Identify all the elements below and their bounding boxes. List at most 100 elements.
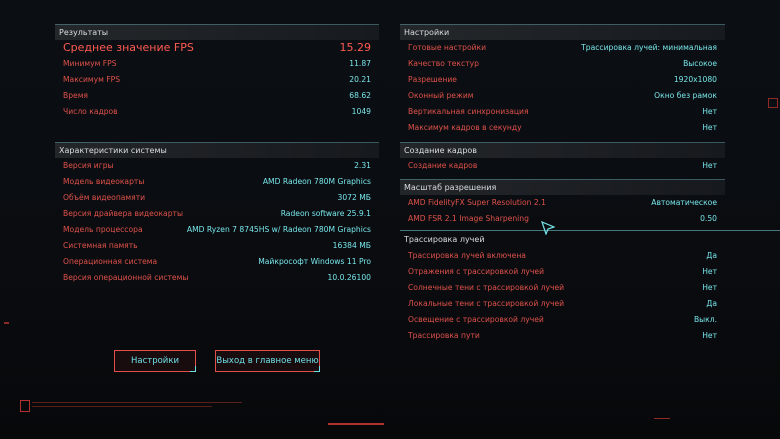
driver-version-label: Версия драйвера видеокарты [63, 209, 183, 218]
raytracing-row: Трассировка пути Нет [400, 328, 725, 344]
settings-header: Настройки [400, 24, 725, 40]
cpu-model-label: Модель процессора [63, 225, 143, 234]
rt-enabled-value: Да [706, 251, 717, 260]
system-row: Модель процессора AMD Ryzen 7 8745HS w/ … [55, 222, 379, 238]
cpu-model-value: AMD Ryzen 7 8745HS w/ Radeon 780M Graphi… [186, 225, 371, 234]
window-mode-label: Оконный режим [408, 91, 474, 100]
rt-lighting-label: Освещение с трассировкой лучей [408, 315, 544, 324]
min-fps-value: 11.87 [349, 59, 371, 68]
driver-version-value: Radeon software 25.9.1 [280, 209, 371, 218]
os-version-label: Версия операционной системы [63, 273, 189, 282]
settings-panel: Настройки Готовые настройки Трассировка … [400, 24, 725, 139]
fsr-sharpening-label: AMD FSR 2.1 Image Sharpening [408, 214, 529, 223]
raytracing-row: Локальные тени с трассировкой лучей Да [400, 296, 725, 312]
vram-value: 3072 МБ [337, 193, 371, 202]
min-fps-label: Минимум FPS [63, 59, 117, 68]
framegen-panel: Создание кадров Создание кадров Нет [400, 142, 725, 174]
frame-count-label: Число кадров [63, 107, 118, 116]
time-value: 68.62 [349, 91, 371, 100]
time-label: Время [63, 91, 88, 100]
main-menu-button[interactable]: Выход в главное меню [215, 350, 320, 372]
rt-sun-shadows-value: Нет [702, 283, 717, 292]
system-row: Объём видеопамяти 3072 МБ [55, 190, 379, 206]
preset-value: Трассировка лучей: минимальная [581, 43, 717, 52]
system-row: Операционная система Майкрософт Windows … [55, 254, 379, 270]
rt-local-shadows-label: Локальные тени с трассировкой лучей [408, 299, 565, 308]
left-edge-marker [4, 322, 9, 324]
settings-row: Оконный режим Окно без рамок [400, 88, 725, 104]
framegen-row: Создание кадров Нет [400, 158, 725, 174]
scaling-row: AMD FSR 2.1 Image Sharpening 0.50 [400, 211, 725, 227]
bottom-left-badge [20, 400, 30, 412]
bottom-center-mark [328, 423, 384, 425]
raytracing-row: Трассировка лучей включена Да [400, 248, 725, 264]
rt-local-shadows-value: Да [706, 299, 717, 308]
vsync-value: Нет [702, 107, 717, 116]
resolution-value: 1920x1080 [673, 75, 717, 84]
frame-count-value: 1049 [351, 107, 371, 116]
os-label: Операционная система [63, 257, 158, 266]
rt-lighting-value: Выкл. [693, 315, 717, 324]
max-fps-limit-label: Максимум кадров в секунду [408, 123, 522, 132]
raytracing-row: Отражения с трассировкой лучей Нет [400, 264, 725, 280]
path-tracing-value: Нет [702, 331, 717, 340]
max-fps-value: 20.21 [349, 75, 371, 84]
settings-row: Вертикальная синхронизация Нет [400, 104, 725, 120]
rt-reflections-value: Нет [702, 267, 717, 276]
texture-quality-label: Качество текстур [408, 59, 479, 68]
system-row: Версия операционной системы 10.0.26100 [55, 270, 379, 286]
settings-row: Готовые настройки Трассировка лучей: мин… [400, 40, 725, 56]
preset-label: Готовые настройки [408, 43, 487, 52]
ram-value: 16384 МБ [332, 241, 371, 250]
raytracing-header: Трассировка лучей [404, 235, 485, 244]
max-fps-label: Максимум FPS [63, 75, 121, 84]
resolution-label: Разрешение [408, 75, 457, 84]
scaling-header: Масштаб разрешения [400, 179, 725, 195]
rt-reflections-label: Отражения с трассировкой лучей [408, 267, 545, 276]
framegen-header: Создание кадров [400, 142, 725, 158]
vram-label: Объём видеопамяти [63, 193, 146, 202]
settings-row: Качество текстур Высокое [400, 56, 725, 72]
max-fps-row: Максимум FPS 20.21 [55, 72, 379, 88]
avg-fps-row: Среднее значение FPS 15.29 [55, 40, 379, 56]
frame-count-row: Число кадров 1049 [55, 104, 379, 120]
os-version-value: 10.0.26100 [327, 273, 371, 282]
avg-fps-label: Среднее значение FPS [63, 41, 194, 54]
rt-enabled-label: Трассировка лучей включена [408, 251, 526, 260]
ram-label: Системная память [63, 241, 138, 250]
raytracing-row: Освещение с трассировкой лучей Выкл. [400, 312, 725, 328]
os-value: Майкрософт Windows 11 Pro [258, 257, 371, 266]
time-row: Время 68.62 [55, 88, 379, 104]
settings-row: Максимум кадров в секунду Нет [400, 120, 725, 136]
framegen-label: Создание кадров [408, 161, 478, 170]
gpu-model-value: AMD Radeon 780M Graphics [262, 177, 371, 186]
fsr-label: AMD FidelityFX Super Resolution 2.1 [408, 198, 546, 207]
raytracing-panel: Трассировка лучей Трассировка лучей вклю… [400, 232, 725, 344]
framegen-value: Нет [702, 161, 717, 170]
rt-sun-shadows-label: Солнечные тени с трассировкой лучей [408, 283, 565, 292]
settings-row: Разрешение 1920x1080 [400, 72, 725, 88]
game-version-value: 2.31 [354, 161, 371, 170]
results-header: Результаты [55, 24, 379, 40]
gpu-model-label: Модель видеокарты [63, 177, 145, 186]
system-row: Модель видеокарты AMD Radeon 780M Graphi… [55, 174, 379, 190]
system-header: Характеристики системы [55, 142, 379, 158]
min-fps-row: Минимум FPS 11.87 [55, 56, 379, 72]
vsync-label: Вертикальная синхронизация [408, 107, 529, 116]
system-row: Системная память 16384 МБ [55, 238, 379, 254]
fsr-sharpening-value: 0.50 [700, 214, 717, 223]
bottom-right-mark [654, 418, 670, 419]
system-row: Версия драйвера видеокарты Radeon softwa… [55, 206, 379, 222]
window-mode-value: Окно без рамок [654, 91, 717, 100]
raytracing-row: Солнечные тени с трассировкой лучей Нет [400, 280, 725, 296]
section-divider [400, 230, 780, 231]
settings-button[interactable]: Настройки [114, 350, 196, 372]
path-tracing-label: Трассировка пути [408, 331, 480, 340]
texture-quality-value: Высокое [683, 59, 717, 68]
max-fps-limit-value: Нет [702, 123, 717, 132]
results-panel: Результаты Среднее значение FPS 15.29 Ми… [55, 24, 379, 144]
scaling-panel: Масштаб разрешения AMD FidelityFX Super … [400, 179, 725, 227]
system-row: Версия игры 2.31 [55, 158, 379, 174]
cursor-icon [541, 221, 555, 235]
game-version-label: Версия игры [63, 161, 114, 170]
